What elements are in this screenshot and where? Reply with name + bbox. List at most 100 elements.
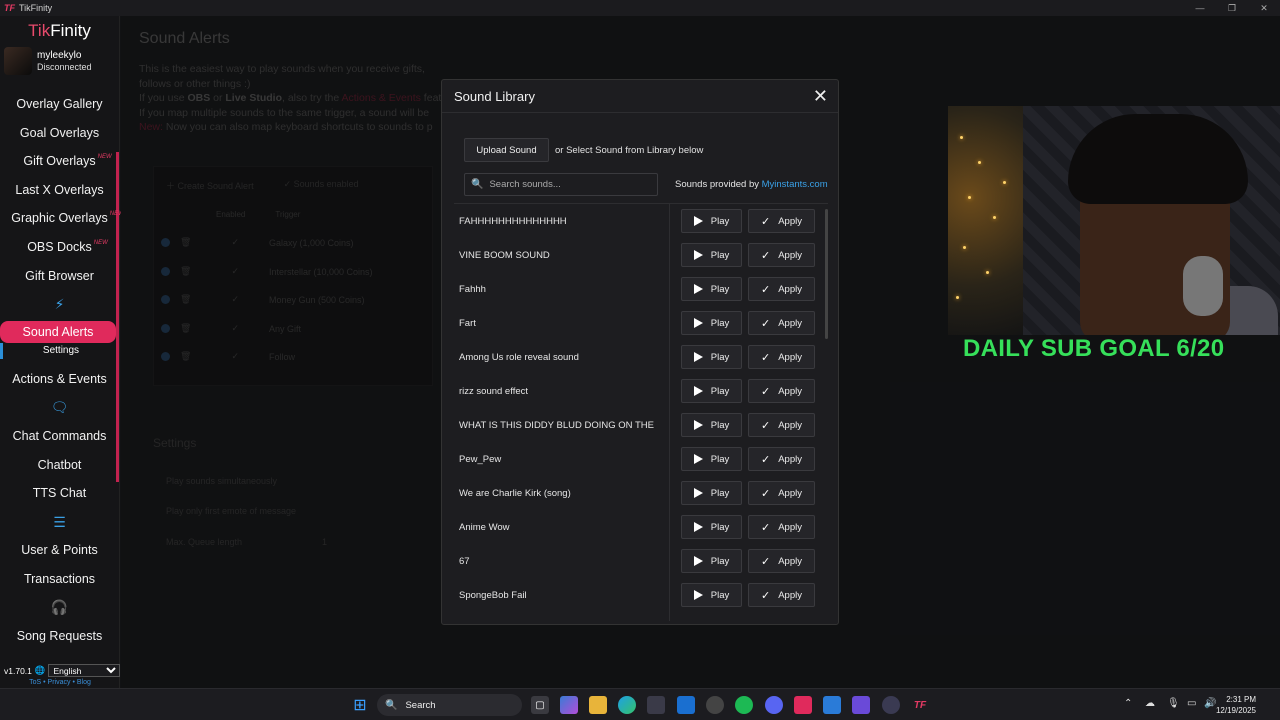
play-button[interactable]: Play xyxy=(681,549,742,573)
checkmark-icon: ✓ xyxy=(761,555,771,568)
scrollbar[interactable] xyxy=(825,209,828,339)
copilot-icon[interactable] xyxy=(560,696,578,714)
tikfinity-taskbar-icon[interactable]: TF xyxy=(911,696,929,714)
sound-row: FAHHHHHHHHHHHHHH Play ✓ Apply xyxy=(454,204,824,238)
sidebar-subitem-settings[interactable]: Settings xyxy=(0,342,119,359)
apply-button[interactable]: ✓ Apply xyxy=(748,311,815,335)
discord-icon[interactable] xyxy=(765,696,783,714)
sound-name: We are Charlie Kirk (song) xyxy=(459,487,571,499)
chevron-up-icon[interactable]: ⌃ xyxy=(1124,698,1132,709)
display-icon[interactable]: ▭ xyxy=(1187,698,1196,709)
sidebar-item-graphic-overlays[interactable]: Graphic Overlays NEW xyxy=(0,204,124,233)
sound-library-modal: Sound Library ✕ Upload Sound or Select S… xyxy=(441,79,839,625)
store-icon[interactable] xyxy=(647,696,665,714)
upload-sound-button[interactable]: Upload Sound xyxy=(464,138,549,162)
sidebar: TikFinity myleekylo Disconnected Overlay… xyxy=(0,16,124,688)
search-input[interactable] xyxy=(489,179,650,190)
sidebar-item-actions-events[interactable]: Actions & Events xyxy=(0,365,119,394)
play-button[interactable]: Play xyxy=(681,447,742,471)
privacy-link[interactable]: Privacy xyxy=(48,679,71,686)
username: myleekylo xyxy=(37,49,82,61)
clock[interactable]: 2:31 PM 12/19/2025 xyxy=(1216,694,1256,716)
apply-button[interactable]: ✓ Apply xyxy=(748,515,815,539)
tos-link[interactable]: ToS xyxy=(29,679,41,686)
app-icon[interactable] xyxy=(823,696,841,714)
minimize-icon[interactable]: — xyxy=(1184,0,1216,16)
sidebar-item-obs-docks[interactable]: OBS Docks NEW xyxy=(0,233,119,262)
apply-button[interactable]: ✓ Apply xyxy=(748,447,815,471)
apply-button[interactable]: ✓ Apply xyxy=(748,345,815,369)
app2-icon[interactable] xyxy=(882,696,900,714)
lightning-icon: ⚡ xyxy=(54,295,65,312)
task-view-icon[interactable]: ▢ xyxy=(531,696,549,714)
sidebar-item-chat-commands[interactable]: Chat Commands xyxy=(0,422,119,451)
play-button[interactable]: Play xyxy=(681,583,742,607)
play-icon xyxy=(693,556,703,566)
sidebar-item-gift-browser[interactable]: Gift Browser xyxy=(0,262,119,291)
sidebar-item-tts-chat[interactable]: TTS Chat xyxy=(0,479,119,508)
tiktok-icon[interactable] xyxy=(794,696,812,714)
grid-app-icon[interactable] xyxy=(852,696,870,714)
play-button[interactable]: Play xyxy=(681,345,742,369)
sidebar-item-last-x-overlays[interactable]: Last X Overlays xyxy=(0,176,119,205)
sidebar-item-song-requests[interactable]: Song Requests xyxy=(0,622,119,651)
play-icon xyxy=(693,216,703,226)
sound-list[interactable]: FAHHHHHHHHHHHHHH Play ✓ Apply VINE BOOM SOUN… xyxy=(454,203,828,621)
play-button[interactable]: Play xyxy=(681,243,742,267)
sound-name: Anime Wow xyxy=(459,521,510,533)
sound-row: Fart Play ✓ Apply xyxy=(454,306,824,340)
volume-icon[interactable]: 🔊 xyxy=(1204,698,1216,709)
blog-link[interactable]: Blog xyxy=(77,679,91,686)
maximize-icon[interactable]: ❐ xyxy=(1216,0,1248,16)
github-icon[interactable] xyxy=(706,696,724,714)
outlook-icon[interactable] xyxy=(677,696,695,714)
app-logo: TF xyxy=(4,3,15,13)
sidebar-item-chatbot[interactable]: Chatbot xyxy=(0,451,119,480)
play-button[interactable]: Play xyxy=(681,413,742,437)
search-box[interactable]: 🔍 xyxy=(464,173,658,196)
upload-row: Upload Sound or Select Sound from Librar… xyxy=(464,138,703,162)
play-button[interactable]: Play xyxy=(681,311,742,335)
checkmark-icon: ✓ xyxy=(761,487,771,500)
apply-button[interactable]: ✓ Apply xyxy=(748,209,815,233)
window-title: TikFinity xyxy=(19,3,53,13)
play-icon xyxy=(693,522,703,532)
sidebar-item-goal-overlays[interactable]: Goal Overlays xyxy=(0,119,119,148)
edge-icon[interactable] xyxy=(618,696,636,714)
user-profile[interactable]: myleekylo Disconnected xyxy=(0,46,119,76)
search-icon: 🔍 xyxy=(385,699,398,711)
microphone-icon[interactable]: 🎙 xyxy=(1167,698,1180,709)
language-select[interactable]: English xyxy=(48,664,120,677)
sidebar-item-user-points[interactable]: User & Points xyxy=(0,536,119,565)
close-icon[interactable]: ✕ xyxy=(813,86,828,106)
sidebar-item-transactions[interactable]: Transactions xyxy=(0,565,119,594)
apply-button[interactable]: ✓ Apply xyxy=(748,243,815,267)
apply-button[interactable]: ✓ Apply xyxy=(748,549,815,573)
sidebar-item-sound-alerts[interactable]: Sound Alerts xyxy=(0,320,116,343)
play-icon xyxy=(693,488,703,498)
apply-button[interactable]: ✓ Apply xyxy=(748,583,815,607)
apply-button[interactable]: ✓ Apply xyxy=(748,481,815,505)
play-button[interactable]: Play xyxy=(681,515,742,539)
apply-button[interactable]: ✓ Apply xyxy=(748,379,815,403)
apply-button[interactable]: ✓ Apply xyxy=(748,277,815,301)
spotify-icon[interactable] xyxy=(735,696,753,714)
play-button[interactable]: Play xyxy=(681,481,742,505)
sidebar-item-overlay-gallery[interactable]: Overlay Gallery xyxy=(0,90,119,119)
myinstants-link[interactable]: Myinstants.com xyxy=(762,179,828,190)
taskbar-search[interactable]: 🔍 Search xyxy=(377,694,522,716)
play-button[interactable]: Play xyxy=(681,379,742,403)
play-button[interactable]: Play xyxy=(681,277,742,301)
play-button[interactable]: Play xyxy=(681,209,742,233)
sidebar-item-gift-overlays[interactable]: Gift Overlays NEW xyxy=(0,147,119,176)
apply-button[interactable]: ✓ Apply xyxy=(748,413,815,437)
cloud-icon[interactable]: ☁ xyxy=(1145,698,1155,709)
checkmark-icon: ✓ xyxy=(761,317,771,330)
sound-name: 67 xyxy=(459,555,470,567)
windows-start-icon[interactable]: ⊞ xyxy=(351,696,369,714)
file-explorer-icon[interactable] xyxy=(589,696,607,714)
brand-logo[interactable]: TikFinity xyxy=(0,16,119,46)
window-controls: — ❐ ✕ xyxy=(1184,0,1280,16)
sound-name: Pew_Pew xyxy=(459,453,502,465)
close-window-icon[interactable]: ✕ xyxy=(1248,0,1280,16)
